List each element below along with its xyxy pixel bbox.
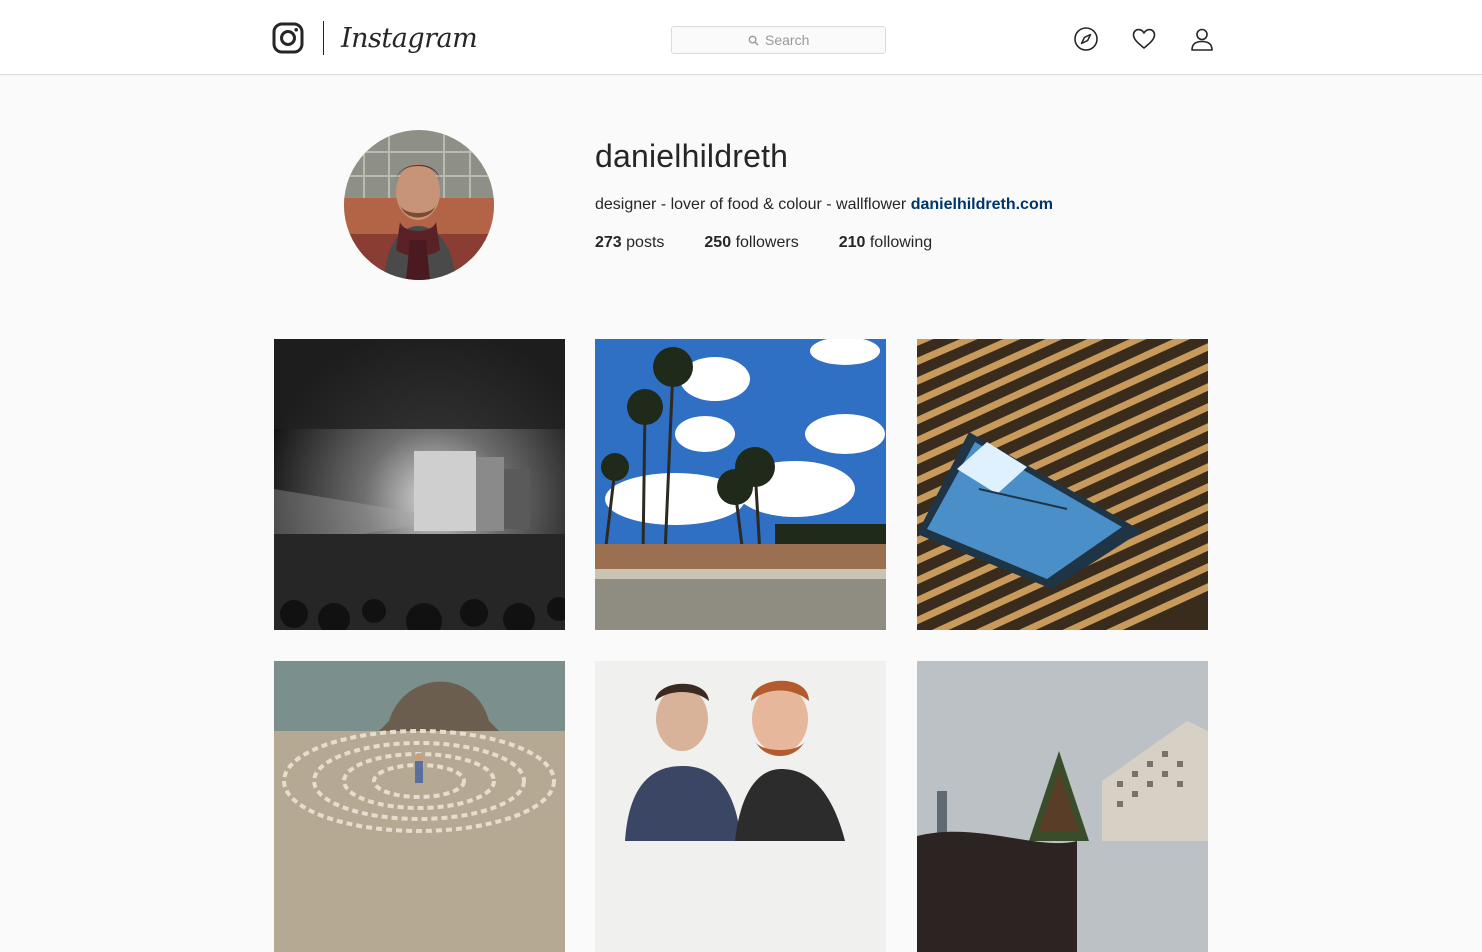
following-count: 210 (838, 234, 866, 251)
explore-button[interactable] (1072, 25, 1100, 53)
top-navigation-bar: Instagram (0, 0, 1482, 75)
logo-link[interactable]: Instagram (272, 20, 478, 56)
profile-button[interactable] (1188, 25, 1216, 53)
search-input[interactable] (765, 32, 809, 48)
avatar-photo (344, 130, 494, 280)
followers-label: followers (735, 234, 799, 251)
profile-username: danielhildreth (595, 138, 789, 174)
activity-button[interactable] (1130, 25, 1158, 53)
profile-bio: designer - lover of food & colour - wall… (595, 196, 1053, 214)
logo-divider (323, 21, 324, 55)
following-label: following (869, 234, 933, 251)
posts-stat: 273 posts (595, 234, 664, 252)
instagram-wordmark: Instagram (341, 22, 478, 54)
post-thumbnail-concert[interactable] (274, 339, 565, 630)
profile-avatar[interactable] (344, 130, 494, 280)
explore-compass-icon (1074, 27, 1098, 51)
bio-website-link[interactable]: danielhildreth.com (911, 196, 1053, 213)
header-actions (1072, 25, 1216, 53)
instagram-camera-icon (272, 22, 304, 54)
post-thumbnail-ceiling[interactable] (917, 339, 1208, 630)
followers-count: 250 (704, 234, 732, 251)
posts-label: posts (626, 234, 665, 251)
post-thumbnail-christmas-tree[interactable] (917, 661, 1208, 952)
search-box[interactable] (671, 26, 886, 54)
activity-heart-icon (1132, 28, 1156, 49)
bio-text: designer - lover of food & colour - wall… (595, 196, 907, 213)
post-thumbnail-palm-trees[interactable] (595, 339, 886, 630)
post-thumbnail-labyrinth[interactable] (274, 661, 565, 952)
profile-stats: 273 posts 250 followers 210 following (595, 234, 932, 252)
search-icon (748, 35, 759, 46)
profile-person-icon (1191, 28, 1213, 51)
posts-count: 273 (595, 234, 622, 251)
post-thumbnail-portrait[interactable] (595, 661, 886, 952)
followers-stat[interactable]: 250 followers (704, 234, 798, 252)
following-stat[interactable]: 210 following (839, 234, 932, 252)
